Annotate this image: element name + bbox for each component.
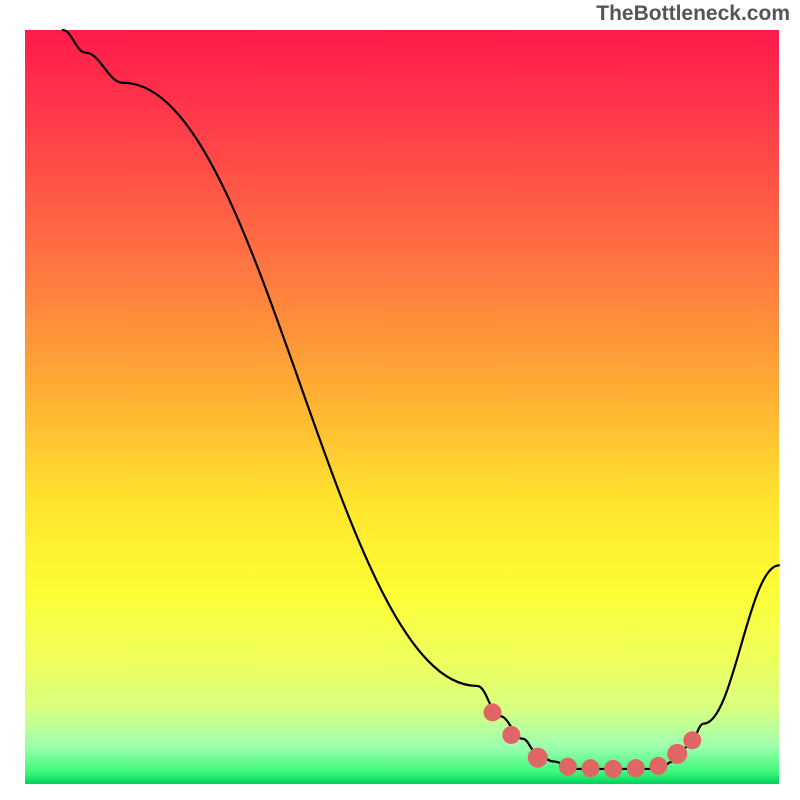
highlight-marker: [582, 759, 600, 777]
highlight-marker: [649, 757, 667, 775]
chart-container: TheBottleneck.com: [0, 0, 800, 800]
watermark-text: TheBottleneck.com: [596, 2, 790, 26]
highlight-marker: [559, 758, 577, 776]
highlight-marker: [667, 744, 687, 764]
highlight-marker: [627, 759, 645, 777]
highlight-marker: [483, 703, 501, 721]
highlight-marker: [604, 760, 622, 778]
gradient-background: [25, 30, 779, 784]
highlight-marker: [528, 748, 548, 768]
chart-plot: [0, 0, 800, 800]
highlight-marker: [683, 731, 701, 749]
highlight-marker: [502, 726, 520, 744]
